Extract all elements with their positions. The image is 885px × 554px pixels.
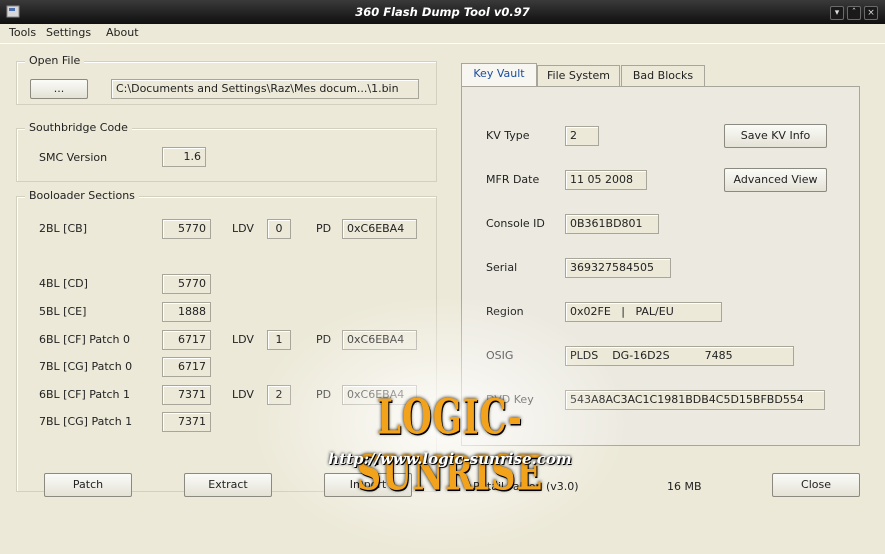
mfr-date-label: MFR Date bbox=[486, 173, 540, 186]
mfr-date-value: 11 05 2008 bbox=[565, 170, 647, 190]
bl-label: 6BL [CF] Patch 1 bbox=[39, 388, 130, 401]
flash-size-status: 16 MB bbox=[667, 480, 702, 493]
pd-value: 0xC6EBA4 bbox=[342, 219, 417, 239]
bl-label: 7BL [CG] Patch 1 bbox=[39, 415, 133, 428]
kv-type-value: 2 bbox=[565, 126, 599, 146]
console-id-label: Console ID bbox=[486, 217, 545, 230]
ldv-value: 0 bbox=[267, 219, 291, 239]
ldv-label: LDV bbox=[232, 222, 254, 235]
ldv-label: LDV bbox=[232, 333, 254, 346]
menu-about[interactable]: About bbox=[106, 26, 139, 39]
bl-value: 5770 bbox=[162, 219, 211, 239]
ldv-value: 1 bbox=[267, 330, 291, 350]
bl-value: 5770 bbox=[162, 274, 211, 294]
osig-label: OSIG bbox=[486, 349, 514, 362]
tab-key-vault[interactable]: Key Vault bbox=[461, 63, 537, 87]
pd-value: 0xC6EBA4 bbox=[342, 330, 417, 350]
bl-value: 6717 bbox=[162, 357, 211, 377]
logic-sunrise-watermark: LOGIC-SUNRISE http://www.logic-sunrise.c… bbox=[320, 390, 580, 502]
bl-label: 5BL [CE] bbox=[39, 305, 87, 318]
bl-value: 1888 bbox=[162, 302, 211, 322]
serial-value: 369327584505 bbox=[565, 258, 671, 278]
menu-bar: Tools Settings About bbox=[0, 24, 885, 44]
menu-settings[interactable]: Settings bbox=[46, 26, 91, 39]
watermark-title: LOGIC-SUNRISE bbox=[356, 390, 544, 502]
dvd-key-value: 543A8AC3AC1C1981BDB4C5D15BFBD554 bbox=[565, 390, 825, 410]
ldv-value: 2 bbox=[267, 385, 291, 405]
close-button[interactable]: Close bbox=[772, 473, 860, 497]
console-id-value: 0B361BD801 bbox=[565, 214, 659, 234]
tab-bad-blocks[interactable]: Bad Blocks bbox=[621, 65, 705, 87]
save-kv-info-button[interactable]: Save KV Info bbox=[724, 124, 827, 148]
advanced-view-button[interactable]: Advanced View bbox=[724, 168, 827, 192]
bl-value: 7371 bbox=[162, 385, 211, 405]
open-file-title: Open File bbox=[25, 54, 85, 67]
tab-file-system[interactable]: File System bbox=[537, 65, 620, 87]
watermark-url: http://www.logic-sunrise.com bbox=[328, 450, 572, 468]
menu-tools[interactable]: Tools bbox=[9, 26, 36, 39]
file-path-field[interactable]: C:\Documents and Settings\Raz\Mes docum.… bbox=[111, 79, 419, 99]
region-value: 0x02FE | PAL/EU bbox=[565, 302, 722, 322]
patch-button[interactable]: Patch bbox=[44, 473, 132, 497]
bl-label: 4BL [CD] bbox=[39, 277, 88, 290]
bl-label: 6BL [CF] Patch 0 bbox=[39, 333, 130, 346]
bl-label: 2BL [CB] bbox=[39, 222, 87, 235]
open-file-group: Open File ... C:\Documents and Settings\… bbox=[16, 54, 437, 105]
extract-button[interactable]: Extract bbox=[184, 473, 272, 497]
serial-label: Serial bbox=[486, 261, 518, 274]
restore-icon[interactable]: ˆ bbox=[847, 6, 861, 20]
osig-value: PLDS DG-16D2S 7485 bbox=[565, 346, 794, 366]
smc-version-label: SMC Version bbox=[39, 151, 108, 164]
bl-label: 7BL [CG] Patch 0 bbox=[39, 360, 133, 373]
browse-button[interactable]: ... bbox=[30, 79, 88, 99]
ldv-label: LDV bbox=[232, 388, 254, 401]
bl-value: 6717 bbox=[162, 330, 211, 350]
smc-version-value: 1.6 bbox=[162, 147, 206, 167]
window-title: 360 Flash Dump Tool v0.97 bbox=[355, 5, 530, 19]
title-bar: 360 Flash Dump Tool v0.97 ▾ ˆ × bbox=[0, 0, 885, 24]
bootloader-title: Booloader Sections bbox=[25, 189, 139, 202]
southbridge-title: Southbridge Code bbox=[25, 121, 132, 134]
menu-arrow-icon[interactable]: ▾ bbox=[830, 6, 844, 20]
bl-value: 7371 bbox=[162, 412, 211, 432]
region-label: Region bbox=[486, 305, 524, 318]
close-window-icon[interactable]: × bbox=[864, 6, 878, 20]
southbridge-group: Southbridge Code SMC Version 1.6 bbox=[16, 121, 437, 182]
kv-type-label: KV Type bbox=[486, 129, 530, 142]
pd-label: PD bbox=[316, 222, 332, 235]
pd-label: PD bbox=[316, 333, 332, 346]
